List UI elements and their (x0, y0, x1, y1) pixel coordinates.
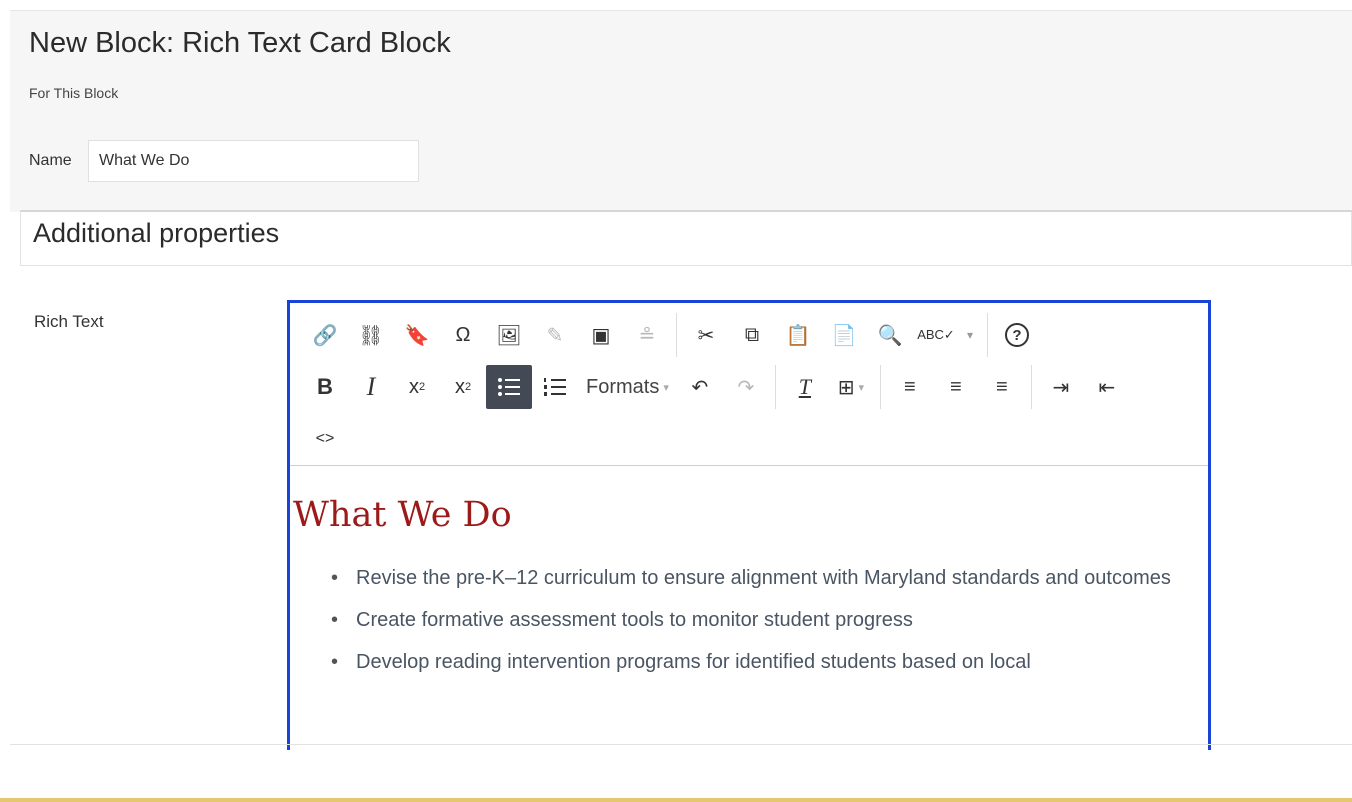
bold-button[interactable]: B (302, 365, 348, 409)
block-subtitle: For This Block (29, 85, 119, 101)
spellcheck-icon[interactable]: ABC✓ (913, 313, 959, 357)
bookmark-icon[interactable]: 🔖 (394, 313, 440, 357)
spellcheck-dropdown-icon[interactable]: ▾ (959, 313, 981, 357)
table-icon-glyph: ⊞ (837, 376, 855, 399)
outdent-icon[interactable]: ⇤ (1084, 365, 1130, 409)
formats-dropdown[interactable]: Formats ▾ (578, 365, 677, 409)
name-input[interactable] (88, 140, 419, 182)
align-center-icon[interactable]: ≡ (933, 365, 979, 409)
superscript-label: x (408, 375, 419, 398)
chevron-down-icon: ▾ (663, 381, 669, 394)
image-icon[interactable]: 🖼 (486, 313, 532, 357)
copy-icon[interactable]: ⧉ (729, 313, 775, 357)
italic-button[interactable]: I (348, 365, 394, 409)
page-title: New Block: Rich Text Card Block (29, 27, 451, 59)
align-right-icon[interactable]: ≡ (979, 365, 1025, 409)
divider (10, 744, 1352, 745)
numbered-list-icon[interactable] (532, 365, 578, 409)
list-item: Create formative assessment tools to mon… (331, 599, 1201, 641)
additional-properties-panel: Additional properties (20, 210, 1352, 266)
toolbar-row-1: 🔗 ⛓ 🔖 Ω 🖼 ✎ ▣ ≗ ✂ ⧉ 📋 📄 🔍 ABC✓ ▾ ? (302, 313, 1040, 357)
additional-properties-title: Additional properties (33, 218, 280, 248)
formats-label: Formats (586, 375, 660, 398)
clear-format-icon[interactable]: T (782, 365, 828, 409)
superscript-marker-icon: 2 (418, 381, 426, 393)
subscript-button[interactable]: x2 (440, 365, 486, 409)
content-heading: What We Do (293, 495, 512, 535)
editor-toolbar: 🔗 ⛓ 🔖 Ω 🖼 ✎ ▣ ≗ ✂ ⧉ 📋 📄 🔍 ABC✓ ▾ ? B I x… (290, 303, 1208, 466)
cut-icon[interactable]: ✂ (683, 313, 729, 357)
paste-text-icon[interactable]: 📄 (821, 313, 867, 357)
subscript-marker-icon: 2 (464, 381, 472, 393)
toolbar-row-3: <> (302, 417, 348, 461)
subscript-label: x (454, 375, 465, 398)
undo-icon[interactable]: ↶ (677, 365, 723, 409)
bullet-list-svg (498, 378, 520, 396)
find-icon[interactable]: 🔍 (867, 313, 913, 357)
align-left-icon[interactable]: ≡ (887, 365, 933, 409)
bullet-list-icon[interactable] (486, 365, 532, 409)
rich-text-label: Rich Text (34, 312, 104, 331)
toolbar-separator (879, 365, 881, 409)
indent-icon[interactable]: ⇥ (1038, 365, 1084, 409)
footer-accent-strip (0, 798, 1352, 802)
help-icon[interactable]: ? (994, 313, 1040, 357)
toolbar-separator (774, 365, 776, 409)
media-icon[interactable]: ▣ (578, 313, 624, 357)
name-label: Name (29, 152, 72, 169)
source-code-icon[interactable]: <> (302, 417, 348, 461)
numbered-list-svg (544, 378, 566, 396)
paste-icon[interactable]: 📋 (775, 313, 821, 357)
edit-image-icon[interactable]: ✎ (532, 313, 578, 357)
superscript-button[interactable]: x2 (394, 365, 440, 409)
personalize-icon[interactable]: ≗ (624, 313, 670, 357)
special-char-icon[interactable]: Ω (440, 313, 486, 357)
chevron-down-icon: ▾ (858, 381, 865, 394)
toolbar-separator (676, 313, 677, 357)
toolbar-separator (987, 313, 988, 357)
table-icon[interactable]: ⊞ ▾ (828, 365, 874, 409)
unlink-icon[interactable]: ⛓ (348, 313, 394, 357)
toolbar-separator (1030, 365, 1032, 409)
content-bullet-list: Revise the pre-K–12 curriculum to ensure… (293, 557, 1208, 683)
redo-icon[interactable]: ↷ (723, 365, 769, 409)
block-header-panel: New Block: Rich Text Card Block For This… (10, 10, 1352, 212)
editor-content[interactable]: What We Do Revise the pre-K–12 curriculu… (290, 467, 1208, 683)
toolbar-row-2: B I x2 x2 Formats ▾ ↶ ↷ T ⊞ ▾ ≡ ≡ ≡ ⇥ ⇤ (302, 365, 1130, 409)
rich-text-editor[interactable]: 🔗 ⛓ 🔖 Ω 🖼 ✎ ▣ ≗ ✂ ⧉ 📋 📄 🔍 ABC✓ ▾ ? B I x… (287, 300, 1211, 750)
link-icon[interactable]: 🔗 (302, 313, 348, 357)
help-icon-glyph: ? (1005, 323, 1029, 347)
list-item: Revise the pre-K–12 curriculum to ensure… (331, 557, 1201, 599)
list-item: Develop reading intervention programs fo… (331, 641, 1201, 683)
